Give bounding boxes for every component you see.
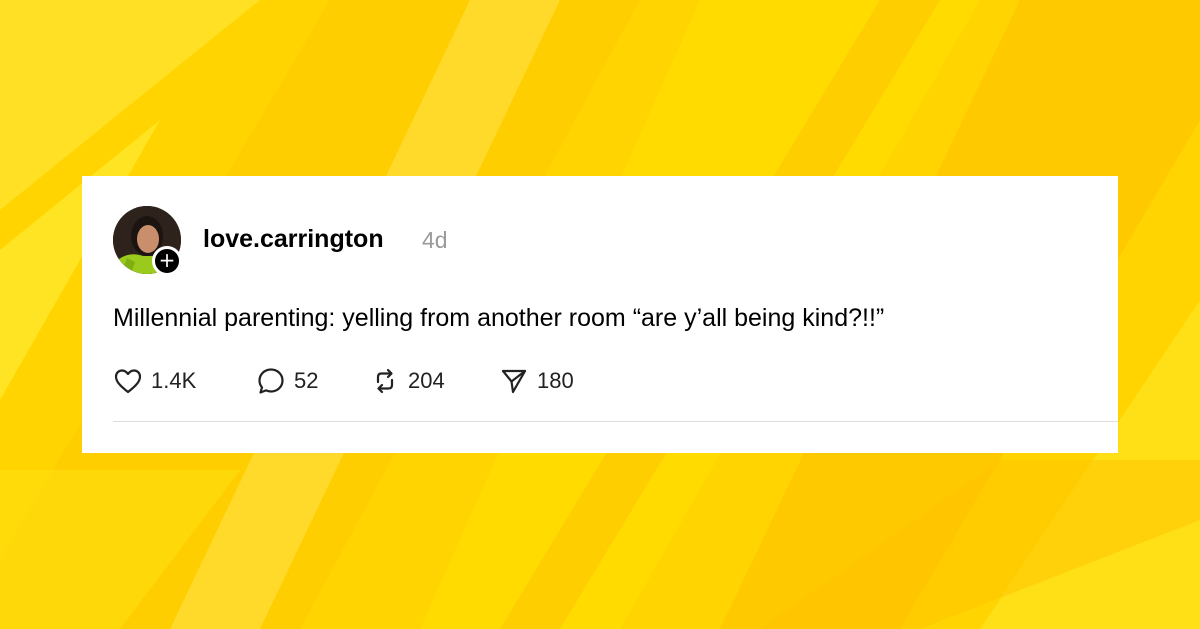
send-icon: [499, 366, 529, 396]
post-card: + love.carrington 4d Millennial parentin…: [82, 176, 1118, 453]
follow-button[interactable]: +: [152, 246, 182, 276]
like-count: 1.4K: [151, 368, 197, 393]
reply-count: 52: [294, 368, 319, 393]
share-count: 180: [537, 368, 574, 393]
reply-button[interactable]: 52: [256, 366, 318, 396]
repost-button[interactable]: 204: [370, 366, 445, 396]
post-text: Millennial parenting: yelling from anoth…: [113, 304, 885, 332]
divider: [113, 421, 1118, 422]
post-timestamp: 4d: [422, 227, 448, 253]
like-button[interactable]: 1.4K: [113, 366, 196, 396]
repost-count: 204: [408, 368, 445, 393]
comment-bubble-icon: [256, 366, 286, 396]
share-button[interactable]: 180: [499, 366, 574, 396]
heart-icon: [113, 366, 143, 396]
repost-icon: [370, 366, 400, 396]
plus-icon: +: [158, 248, 176, 272]
username[interactable]: love.carrington: [203, 225, 384, 254]
